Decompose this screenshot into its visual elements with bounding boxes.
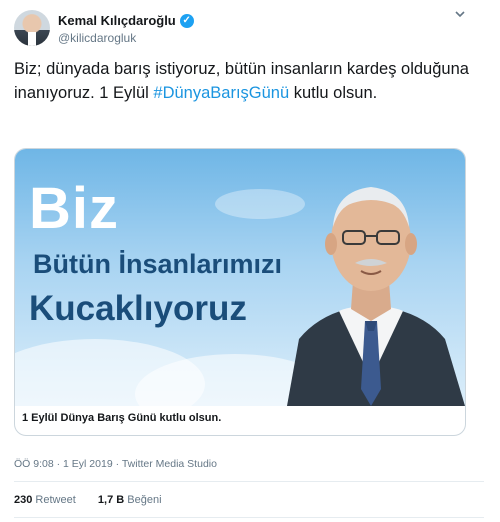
retweets-count: 230: [14, 494, 33, 506]
verified-badge-icon: ✓: [179, 13, 194, 28]
author-name-row[interactable]: Kemal Kılıçdaroğlu ✓: [58, 13, 194, 28]
likes-count: 1,7 B: [97, 494, 125, 506]
tweet-text: Biz; dünyada barış istiyoruz, bütün insa…: [14, 57, 474, 105]
avatar[interactable]: [14, 10, 50, 46]
card-image-line-1: Bütün İnsanlarımızı: [33, 249, 283, 279]
hashtag-link[interactable]: #DünyaBarışGünü: [153, 84, 289, 102]
meta-separator: ·: [112, 458, 122, 470]
card-caption[interactable]: 1 Eylül Dünya Barış Günü kutlu olsun.: [22, 412, 221, 424]
tweet-source-link[interactable]: Twitter Media Studio: [122, 458, 217, 470]
card-image-headline: Biz: [29, 176, 119, 241]
likes-stat[interactable]: 1,7 B Beğeni: [98, 494, 162, 506]
card-image[interactable]: Biz Bütün İnsanlarımızı Kucaklıyoruz: [15, 149, 465, 406]
tweet-stats: 230 Retweet 1,7 B Beğeni: [14, 494, 162, 506]
author-name[interactable]: Kemal Kılıçdaroğlu: [58, 13, 176, 28]
retweets-stat[interactable]: 230 Retweet: [14, 494, 76, 506]
divider: [14, 481, 484, 482]
author-handle[interactable]: @kilicdarogluk: [58, 31, 136, 45]
divider: [14, 517, 484, 518]
tweet-text-part: kutlu olsun.: [289, 84, 378, 102]
meta-separator: ·: [53, 458, 64, 470]
portrait-image: [287, 187, 465, 406]
tweet-time[interactable]: ÖÖ 9:08: [14, 458, 54, 470]
tweet-date[interactable]: 1 Eyl 2019: [63, 458, 113, 470]
chevron-down-icon[interactable]: [452, 8, 468, 24]
tweet-meta: ÖÖ 9:08 · 1 Eyl 2019 · Twitter Media Stu…: [14, 458, 217, 470]
retweets-label: Retweet: [35, 494, 76, 506]
media-card[interactable]: Biz Bütün İnsanlarımızı Kucaklıyoruz 1 E…: [14, 148, 466, 436]
card-image-line-2: Kucaklıyoruz: [29, 289, 247, 328]
likes-label: Beğeni: [127, 494, 162, 506]
